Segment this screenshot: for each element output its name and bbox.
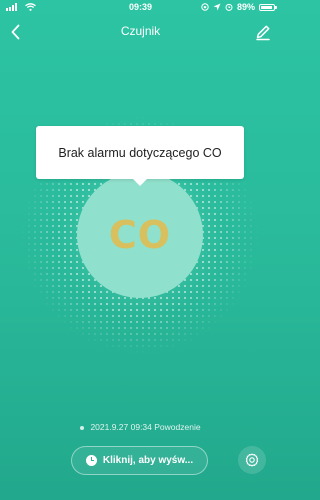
last-event: 2021.9.27 09:34 Powodzenie <box>0 422 281 432</box>
history-button-label: Kliknij, aby wyśw... <box>102 455 194 466</box>
page-title: Czujnik <box>120 24 161 38</box>
clock-icon <box>85 455 97 466</box>
alarm-status-tooltip: Brak alarmu dotyczącego CO <box>36 126 244 186</box>
status-right: 89% <box>201 0 277 14</box>
tooltip-text: Brak alarmu dotyczącego CO <box>58 145 222 160</box>
tooltip-arrow <box>133 179 147 186</box>
settings-button[interactable] <box>238 446 266 474</box>
battery-icon <box>259 3 277 11</box>
battery-percent: 89% <box>236 2 255 12</box>
sensor-circle: CO <box>77 172 203 298</box>
sensor-label: CO <box>108 213 172 257</box>
nav-bar: Czujnik <box>0 18 281 46</box>
bullet-dot-icon <box>80 425 85 430</box>
alarm-icon <box>225 3 233 11</box>
history-button[interactable]: Kliknij, aby wyśw... <box>71 446 208 475</box>
lock-rotation-icon <box>201 3 209 11</box>
last-event-text: 2021.9.27 09:34 Powodzenie <box>90 422 201 432</box>
status-bar: 09:39 89% <box>0 0 281 14</box>
gear-icon <box>245 453 259 467</box>
location-icon <box>213 3 221 11</box>
edit-icon[interactable] <box>253 22 273 42</box>
